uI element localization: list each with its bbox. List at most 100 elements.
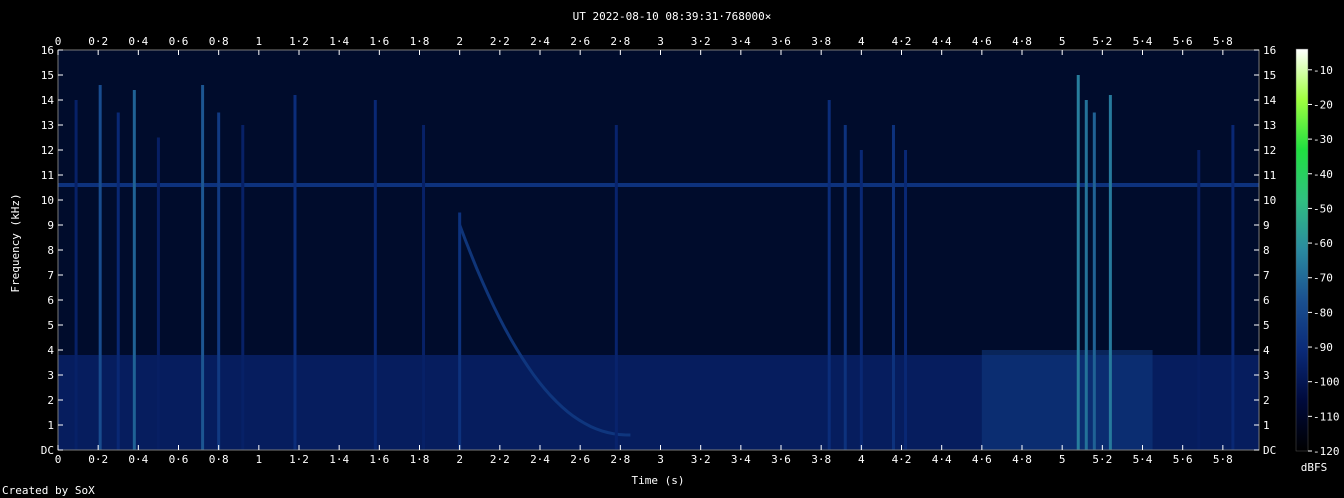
y-tick-label-left: 2: [47, 394, 54, 407]
x-tick-label-bottom: 5·8: [1213, 453, 1233, 466]
x-tick-label-bottom: 3·2: [691, 453, 711, 466]
y-tick-label-right: 5: [1263, 319, 1270, 332]
colorbar-tick-label: -70: [1313, 272, 1333, 285]
x-tick-label-bottom: 0: [55, 453, 62, 466]
impulse-line: [1084, 100, 1088, 450]
x-tick-label-bottom: 4: [858, 453, 865, 466]
y-tick-label-left: 6: [47, 294, 54, 307]
x-tick-label-top: 0: [55, 35, 62, 48]
colorbar-tick-label: -60: [1313, 237, 1333, 250]
impulse-line: [156, 137, 160, 450]
y-tick-label-right: 14: [1263, 94, 1277, 107]
y-tick-label-right: 11: [1263, 169, 1276, 182]
x-tick-label-bottom: 1·6: [369, 453, 389, 466]
impulse-line: [458, 212, 462, 450]
y-axis-label: Frequency (kHz): [9, 193, 22, 292]
x-tick-label-bottom: 5·4: [1133, 453, 1153, 466]
impulse-line: [217, 112, 221, 450]
x-tick-label-top: 4·2: [892, 35, 912, 48]
x-tick-label-bottom: 4·4: [932, 453, 952, 466]
colorbar-tick-label: -80: [1313, 306, 1333, 319]
x-tick-label-top: 4: [858, 35, 865, 48]
x-tick-label-top: 3·2: [691, 35, 711, 48]
impulse-line: [98, 85, 102, 450]
x-tick-label-top: 2·8: [610, 35, 630, 48]
y-tick-label-left: 3: [47, 369, 54, 382]
y-tick-label-left: 4: [47, 344, 54, 357]
x-tick-label-bottom: 2·6: [570, 453, 590, 466]
y-tick-label-right: 2: [1263, 394, 1270, 407]
x-tick-label-top: 3·4: [731, 35, 751, 48]
colorbar-tick-label: -100: [1313, 376, 1340, 389]
x-tick-label-top: 4·8: [1012, 35, 1032, 48]
x-tick-label-top: 4·6: [972, 35, 992, 48]
impulse-line: [1076, 75, 1080, 450]
colorbar-tick-label: -40: [1313, 168, 1333, 181]
x-tick-label-top: 1: [256, 35, 263, 48]
x-tick-label-top: 2: [456, 35, 463, 48]
x-tick-label-top: 0·8: [209, 35, 229, 48]
x-tick-label-bottom: 5·2: [1092, 453, 1112, 466]
y-tick-label-left: 9: [47, 219, 54, 232]
x-axis-label: Time (s): [632, 474, 685, 487]
impulse-line: [132, 90, 136, 450]
x-tick-label-bottom: 4·8: [1012, 453, 1032, 466]
x-tick-label-bottom: 2·4: [530, 453, 550, 466]
y-tick-label-left: 14: [41, 94, 55, 107]
colorbar-tick-label: -30: [1313, 133, 1333, 146]
y-tick-label-right: 7: [1263, 269, 1270, 282]
y-tick-label-right: DC: [1263, 444, 1276, 457]
x-tick-label-top: 5: [1059, 35, 1066, 48]
x-tick-label-top: 5·8: [1213, 35, 1233, 48]
impulse-line: [904, 150, 908, 450]
x-tick-label-top: 5·2: [1092, 35, 1112, 48]
colorbar-ticks: -10 -20 -30 -40 -50 -60 -70 -80 -90 -100 -110 -120: [1308, 64, 1340, 458]
x-tick-label-top: 3: [657, 35, 664, 48]
impulse-line: [614, 125, 618, 450]
x-tick-label-bottom: 1·2: [289, 453, 309, 466]
x-tick-label-bottom: 4·6: [972, 453, 992, 466]
y-tick-label-left: 7: [47, 269, 54, 282]
x-tick-label-top: 1·4: [329, 35, 349, 48]
impulse-line: [422, 125, 426, 450]
y-tick-label-left: 16: [41, 44, 54, 57]
x-tick-label-top: 3·8: [811, 35, 831, 48]
x-tick-label-top: 0·4: [128, 35, 148, 48]
x-tick-label-top: 1·6: [369, 35, 389, 48]
y-tick-label-right: 10: [1263, 194, 1276, 207]
impulse-line: [293, 95, 297, 450]
y-tick-label-right: 9: [1263, 219, 1270, 232]
impulse-line: [241, 125, 245, 450]
x-tick-label-top: 0·6: [169, 35, 189, 48]
x-tick-label-bottom: 3·4: [731, 453, 751, 466]
colorbar-label: dBFS: [1301, 461, 1328, 474]
impulse-line: [843, 125, 847, 450]
impulse-line: [859, 150, 863, 450]
x-tick-label-bottom: 0·8: [209, 453, 229, 466]
impulse-line: [74, 100, 78, 450]
colorbar-tick-label: -110: [1313, 410, 1340, 423]
broadband-patch: [981, 350, 1153, 450]
y-tick-label-left: 15: [41, 69, 54, 82]
x-tick-label-bottom: 2·8: [610, 453, 630, 466]
x-tick-label-bottom: 0·4: [128, 453, 148, 466]
y-tick-label-left: 13: [41, 119, 54, 132]
y-tick-label-left: DC: [41, 444, 54, 457]
impulse-line: [373, 100, 377, 450]
x-tick-label-bottom: 3: [657, 453, 664, 466]
x-tick-label-top: 3·6: [771, 35, 791, 48]
y-tick-label-left: 12: [41, 144, 54, 157]
impulse-line: [891, 125, 895, 450]
impulse-line: [1197, 150, 1201, 450]
x-tick-label-bottom: 5·6: [1173, 453, 1193, 466]
x-tick-label-bottom: 0·2: [88, 453, 108, 466]
impulse-line: [201, 85, 205, 450]
impulse-line: [1231, 125, 1235, 450]
y-tick-label-right: 1: [1263, 419, 1270, 432]
x-tick-label-top: 1·2: [289, 35, 309, 48]
y-tick-label-left: 10: [41, 194, 54, 207]
x-tick-label-bottom: 1·4: [329, 453, 349, 466]
colorbar-tick-label: -10: [1313, 64, 1333, 77]
colorbar-tick-label: -120: [1313, 445, 1340, 458]
x-tick-label-bottom: 2·2: [490, 453, 510, 466]
